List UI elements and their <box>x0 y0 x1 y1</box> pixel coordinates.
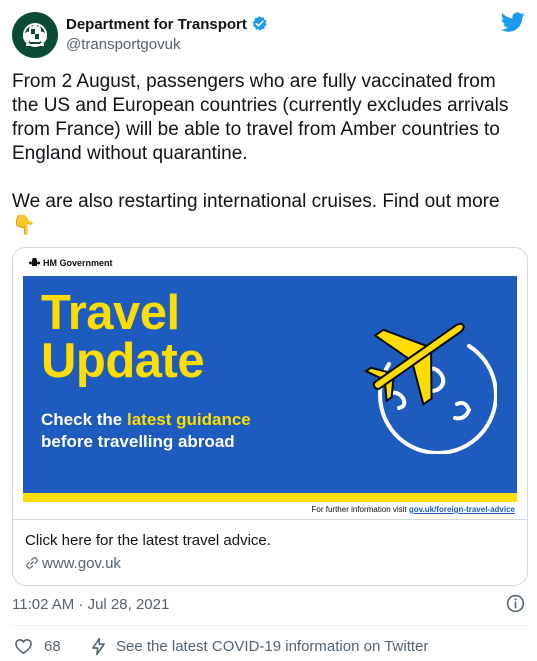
author-name[interactable]: Department for Transport <box>66 16 247 33</box>
royal-crest-icon <box>23 23 47 47</box>
banner-subtitle-prefix: Check the <box>41 410 127 429</box>
tweet-timestamp[interactable]: 11:02 AM · Jul 28, 2021 <box>12 596 169 613</box>
banner-title-line2: Update <box>41 334 205 388</box>
card-info[interactable]: Click here for the latest travel advice.… <box>13 519 527 585</box>
hm-government-text: HM Government <box>43 258 113 268</box>
globe-airplane-icon <box>364 322 497 454</box>
yellow-stripe <box>23 493 517 502</box>
divider <box>12 625 527 626</box>
info-icon[interactable] <box>506 594 525 613</box>
card-domain-row[interactable]: www.gov.uk <box>25 555 121 572</box>
footnote-link: gov.uk/foreign-travel-advice <box>408 505 515 514</box>
tweet-header: Department for Transport @transportgovuk <box>12 10 527 58</box>
hm-government-label: HM Government <box>29 258 113 268</box>
heart-icon[interactable] <box>14 637 33 656</box>
link-icon <box>26 557 38 569</box>
lightning-icon <box>92 637 105 656</box>
banner-subtitle-highlight: latest guidance <box>126 410 251 429</box>
twitter-bird-icon[interactable] <box>501 10 525 34</box>
author-name-row[interactable]: Department for Transport <box>66 15 268 33</box>
card-description[interactable]: Click here for the latest travel advice. <box>25 532 271 549</box>
verified-badge-icon <box>252 16 267 31</box>
link-card[interactable]: HM Government Travel Update Check the la… <box>12 247 528 586</box>
card-footnote: For further information visit gov.uk/for… <box>312 505 515 514</box>
tweet-text: From 2 August, passengers who are fully … <box>12 71 509 236</box>
banner-subtitle-line1: Check the latest guidance <box>41 410 251 430</box>
banner-subtitle-line2: before travelling abroad <box>41 432 235 451</box>
avatar[interactable] <box>12 12 58 58</box>
card-image[interactable]: HM Government Travel Update Check the la… <box>13 248 527 518</box>
tweet-actions: 68 See the latest COVID-19 information o… <box>12 636 527 658</box>
card-domain[interactable]: www.gov.uk <box>42 555 121 572</box>
author-handle[interactable]: @transportgovuk <box>66 36 180 53</box>
crest-icon <box>29 258 40 266</box>
like-count[interactable]: 68 <box>44 638 61 655</box>
covid-info-link[interactable]: See the latest COVID-19 information on T… <box>116 638 428 655</box>
travel-update-banner: Travel Update Check the latest guidance … <box>23 276 517 502</box>
banner-title-line1: Travel <box>41 286 180 340</box>
footnote-prefix: For further information visit <box>311 505 409 514</box>
